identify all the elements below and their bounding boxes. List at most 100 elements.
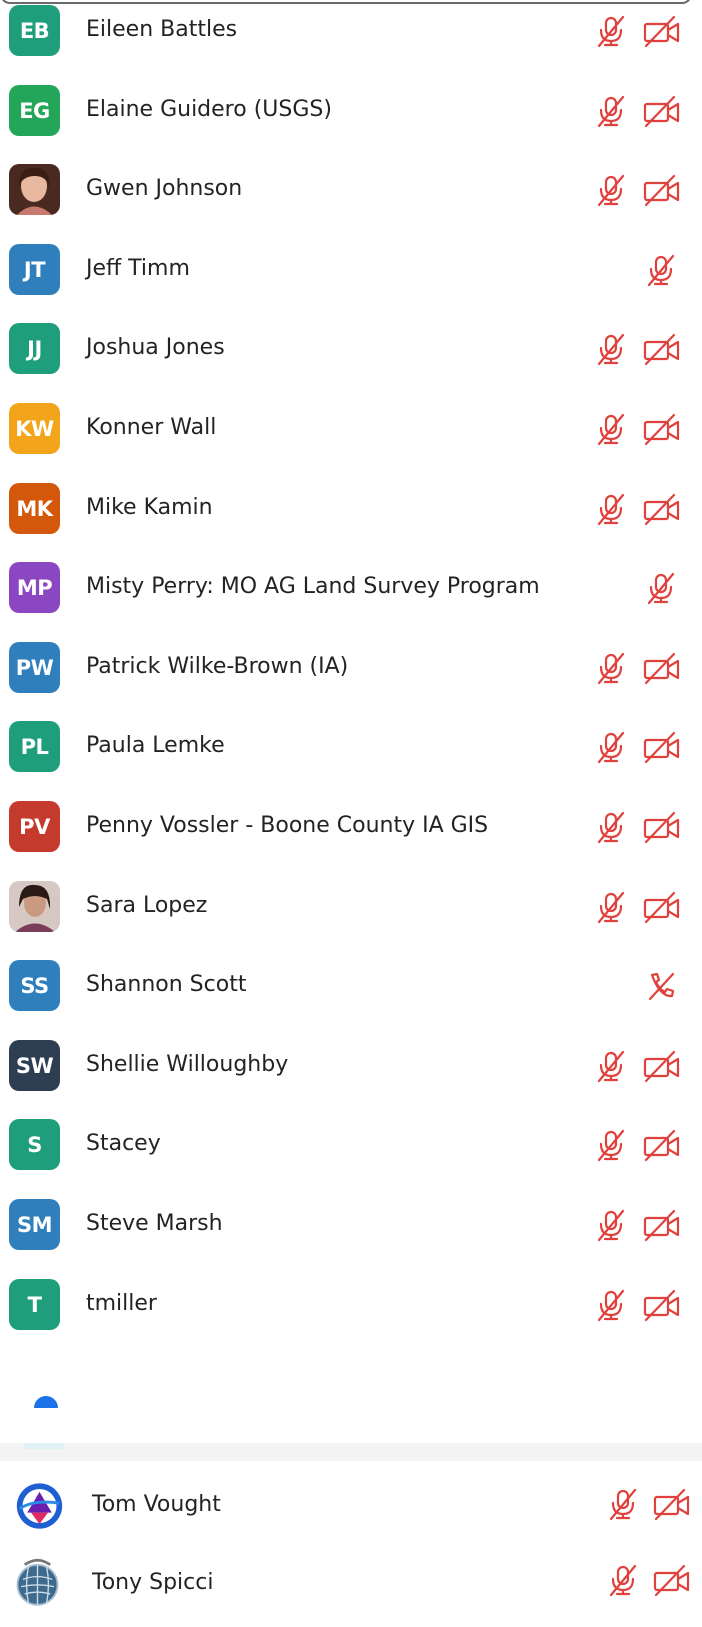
- video-off-icon[interactable]: [642, 1208, 682, 1242]
- mic-muted-icon[interactable]: [644, 571, 678, 605]
- participant-status-icons: [590, 890, 690, 924]
- participant-row[interactable]: MP Misty Perry: MO AG Land Survey Program: [0, 547, 702, 629]
- video-off-icon[interactable]: [642, 332, 682, 366]
- participant-status-icons: [590, 651, 690, 685]
- participant-row[interactable]: Gwen Johnson: [0, 149, 702, 231]
- mic-muted-icon[interactable]: [594, 14, 628, 48]
- avatar-initials: JJ: [27, 336, 42, 361]
- mic-muted-icon[interactable]: [606, 1563, 640, 1597]
- avatar-initials: PW: [15, 655, 54, 680]
- avatar-initials: MP: [16, 575, 53, 600]
- participant-row[interactable]: PW Patrick Wilke-Brown (IA): [0, 627, 702, 709]
- attendee-row[interactable]: Tony Spicci: [0, 1545, 702, 1627]
- participant-row[interactable]: KW Konner Wall: [0, 388, 702, 470]
- mic-muted-icon[interactable]: [594, 1128, 628, 1162]
- participant-row[interactable]: S Stacey: [0, 1104, 702, 1186]
- participant-row[interactable]: EG Elaine Guidero (USGS): [0, 70, 702, 152]
- participant-status-icons: [590, 412, 690, 446]
- participant-status-icons: [590, 1049, 690, 1083]
- mic-muted-icon[interactable]: [594, 730, 628, 764]
- mic-muted-icon[interactable]: [644, 253, 678, 287]
- participant-row[interactable]: EB Eileen Battles: [0, 0, 702, 72]
- participant-row[interactable]: JJ Joshua Jones: [0, 308, 702, 390]
- partial-avatar-edge: [24, 1443, 64, 1449]
- avatar: JJ: [9, 323, 60, 374]
- mic-muted-icon[interactable]: [594, 1208, 628, 1242]
- attendee-status-icons: [598, 1487, 698, 1521]
- participant-row[interactable]: MK Mike Kamin: [0, 468, 702, 550]
- mic-muted-icon[interactable]: [594, 890, 628, 924]
- video-off-icon[interactable]: [642, 890, 682, 924]
- mic-muted-icon[interactable]: [594, 173, 628, 207]
- avatar-initials: EG: [19, 98, 50, 123]
- video-off-icon[interactable]: [642, 1128, 682, 1162]
- logo-avatar: [14, 1480, 65, 1531]
- avatar: EG: [9, 85, 60, 136]
- participant-row[interactable]: PV Penny Vossler - Boone County IA GIS: [0, 786, 702, 868]
- participant-row[interactable]: SS Shannon Scott: [0, 945, 702, 1027]
- mic-muted-icon[interactable]: [594, 94, 628, 128]
- participant-status-icons: [590, 173, 690, 207]
- participant-status-icons: [590, 730, 690, 764]
- avatar: SM: [9, 1199, 60, 1250]
- participant-name: Patrick Wilke-Brown (IA): [86, 654, 349, 679]
- participant-row[interactable]: Ttmiller: [0, 1264, 702, 1346]
- participant-status-icons: [590, 1128, 690, 1162]
- avatar-initials: EB: [19, 18, 50, 43]
- participant-row[interactable]: PL Paula Lemke: [0, 706, 702, 788]
- participant-name: Shannon Scott: [86, 972, 247, 997]
- participant-row[interactable]: JT Jeff Timm: [0, 229, 702, 311]
- participant-name: Stacey: [86, 1131, 161, 1156]
- video-off-icon[interactable]: [642, 412, 682, 446]
- video-off-icon[interactable]: [642, 651, 682, 685]
- video-off-icon[interactable]: [642, 173, 682, 207]
- avatar: SW: [9, 1040, 60, 1091]
- mic-muted-icon[interactable]: [594, 1049, 628, 1083]
- attendee-status-icons: [598, 1563, 698, 1597]
- participant-row[interactable]: SM Steve Marsh: [0, 1184, 702, 1266]
- avatar-initials: PV: [19, 814, 50, 839]
- participant-name: Penny Vossler - Boone County IA GIS: [86, 813, 489, 838]
- avatar: S: [9, 1119, 60, 1170]
- video-off-icon[interactable]: [642, 14, 682, 48]
- mic-muted-icon[interactable]: [594, 412, 628, 446]
- avatar: T: [9, 1279, 60, 1330]
- globe-avatar: [12, 1557, 63, 1608]
- video-off-icon[interactable]: [652, 1563, 692, 1597]
- video-off-icon[interactable]: [642, 810, 682, 844]
- participant-name: Joshua Jones: [86, 335, 225, 360]
- avatar: MP: [9, 562, 60, 613]
- participant-status-icons: [590, 969, 690, 1003]
- participant-name: Jeff Timm: [86, 256, 190, 281]
- participant-name: Steve Marsh: [86, 1211, 223, 1236]
- participant-status-icons: [590, 492, 690, 526]
- video-off-icon[interactable]: [642, 492, 682, 526]
- participant-row[interactable]: Sara Lopez: [0, 866, 702, 948]
- mic-muted-icon[interactable]: [594, 1288, 628, 1322]
- avatar: SS: [9, 960, 60, 1011]
- mic-muted-icon[interactable]: [594, 651, 628, 685]
- video-off-icon[interactable]: [642, 1049, 682, 1083]
- attendee-row[interactable]: Tom Vought: [0, 1465, 702, 1547]
- participant-name: tmiller: [86, 1291, 157, 1316]
- mic-muted-icon[interactable]: [594, 332, 628, 366]
- participant-status-icons: [590, 94, 690, 128]
- participant-name: Mike Kamin: [86, 495, 213, 520]
- avatar-initials: SW: [15, 1053, 54, 1078]
- video-off-icon[interactable]: [642, 1288, 682, 1322]
- video-off-icon[interactable]: [642, 94, 682, 128]
- mic-muted-icon[interactable]: [606, 1487, 640, 1521]
- video-off-icon[interactable]: [652, 1487, 692, 1521]
- participant-row[interactable]: SW Shellie Willoughby: [0, 1025, 702, 1107]
- participant-name: Gwen Johnson: [86, 176, 243, 201]
- avatar: KW: [9, 403, 60, 454]
- avatar: JT: [9, 244, 60, 295]
- video-off-icon[interactable]: [642, 730, 682, 764]
- mic-muted-icon[interactable]: [594, 810, 628, 844]
- mic-muted-icon[interactable]: [594, 492, 628, 526]
- phone-muted-icon[interactable]: [644, 969, 678, 1003]
- avatar: EB: [9, 5, 60, 56]
- participant-name: Elaine Guidero (USGS): [86, 97, 332, 122]
- participant-status-icons: [590, 1208, 690, 1242]
- avatar-initials: PL: [20, 734, 49, 759]
